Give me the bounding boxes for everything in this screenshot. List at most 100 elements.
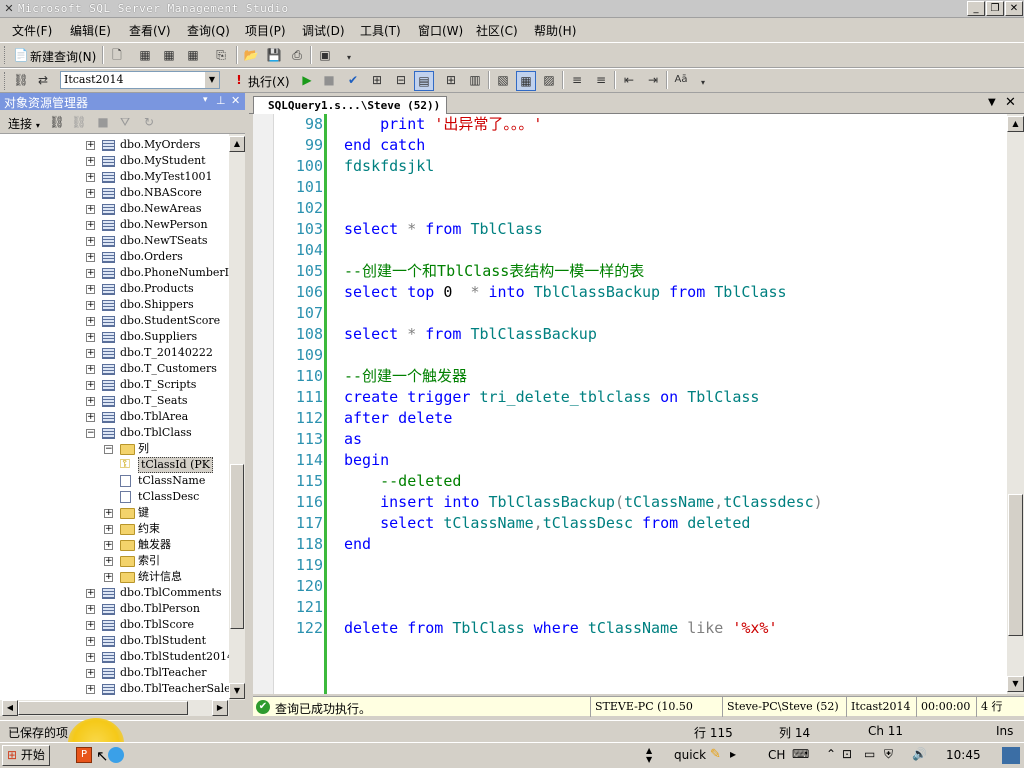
- tree-table-node[interactable]: + dbo.TblScore: [0, 617, 229, 633]
- tree-table-node[interactable]: + dbo.NewAreas: [0, 201, 229, 217]
- tree-folder-node[interactable]: − 列: [0, 441, 229, 457]
- keyboard-icon[interactable]: ⌨: [792, 747, 809, 761]
- database-select[interactable]: Itcast2014 ▼: [60, 71, 220, 89]
- tree-table-node[interactable]: + dbo.TblComments: [0, 585, 229, 601]
- device-icon[interactable]: ▭: [864, 747, 875, 761]
- scroll-right-icon[interactable]: ▶: [212, 700, 228, 716]
- tab-list-dropdown-icon[interactable]: ▼: [988, 97, 996, 108]
- expand-icon[interactable]: +: [86, 685, 95, 694]
- menu-edit[interactable]: 编辑(E): [70, 22, 111, 39]
- expand-icon[interactable]: +: [86, 365, 95, 374]
- tree-folder-node[interactable]: + 触发器: [0, 537, 229, 553]
- expand-icon[interactable]: +: [86, 253, 95, 262]
- tree-table-node[interactable]: + dbo.T_20140222: [0, 345, 229, 361]
- stop-icon[interactable]: ■: [94, 113, 112, 131]
- expand-icon[interactable]: +: [86, 189, 95, 198]
- tree-table-node[interactable]: + dbo.NewTSeats: [0, 233, 229, 249]
- code-line[interactable]: create trigger tri_delete_tblclass on Tb…: [344, 387, 759, 408]
- stop-icon[interactable]: ■: [320, 71, 338, 89]
- minimize-button[interactable]: _: [967, 1, 985, 16]
- code-line[interactable]: select * from TblClassBackup: [344, 324, 597, 345]
- tree-table-node[interactable]: + dbo.TblPerson: [0, 601, 229, 617]
- expand-icon[interactable]: +: [86, 653, 95, 662]
- ime-indicator[interactable]: CH: [768, 748, 785, 762]
- tree-table-node[interactable]: + dbo.T_Seats: [0, 393, 229, 409]
- tree-table-node[interactable]: + dbo.Suppliers: [0, 329, 229, 345]
- tree-table-node[interactable]: + dbo.Products: [0, 281, 229, 297]
- increase-indent-icon[interactable]: ⇥: [644, 71, 662, 89]
- pencil-icon[interactable]: ✎: [710, 747, 721, 762]
- code-line[interactable]: end catch: [344, 135, 425, 156]
- expand-icon[interactable]: +: [86, 381, 95, 390]
- tree-table-node[interactable]: + dbo.Orders: [0, 249, 229, 265]
- menu-view[interactable]: 查看(V): [129, 22, 171, 39]
- code-line[interactable]: begin: [344, 450, 389, 471]
- expand-icon[interactable]: +: [104, 573, 113, 582]
- expand-icon[interactable]: +: [104, 557, 113, 566]
- expand-icon[interactable]: +: [86, 669, 95, 678]
- menu-tools[interactable]: 工具(T): [360, 22, 401, 39]
- tab-close-icon[interactable]: ✕: [1005, 95, 1016, 110]
- system-clock[interactable]: 10:45: [946, 748, 981, 762]
- execute-button[interactable]: 执行(X): [248, 73, 290, 90]
- tree-column-node[interactable]: tClassName: [0, 473, 229, 489]
- code-line[interactable]: select tClassName,tClassDesc from delete…: [344, 513, 750, 534]
- analysis-query-icon[interactable]: ▦: [160, 46, 178, 64]
- code-line[interactable]: --创建一个和TblClass表结构一模一样的表: [344, 261, 644, 282]
- display-plan-icon[interactable]: ⊞: [368, 71, 386, 89]
- tree-table-node[interactable]: + dbo.StudentScore: [0, 313, 229, 329]
- filter-icon[interactable]: ⛛: [116, 113, 134, 131]
- close-button[interactable]: ✕: [1005, 1, 1023, 16]
- print-icon[interactable]: ⎙: [288, 46, 306, 64]
- tree-table-node[interactable]: + dbo.TblStudent2014: [0, 649, 229, 665]
- expand-icon[interactable]: +: [86, 637, 95, 646]
- menu-file[interactable]: 文件(F): [12, 22, 52, 39]
- tree-table-node[interactable]: + dbo.NBAScore: [0, 185, 229, 201]
- scroll-thumb[interactable]: [1008, 494, 1023, 636]
- code-line[interactable]: end: [344, 534, 371, 555]
- expand-icon[interactable]: +: [86, 237, 95, 246]
- new-file-icon[interactable]: 🗋: [108, 46, 126, 64]
- panel-close-icon[interactable]: ✕: [231, 94, 240, 107]
- menu-query[interactable]: 查询(Q): [187, 22, 230, 39]
- refresh-icon[interactable]: ↻: [140, 113, 158, 131]
- code-line[interactable]: select top 0 * into TblClassBackup from …: [344, 282, 787, 303]
- toolbar-overflow-icon[interactable]: ▾: [340, 49, 358, 67]
- arrow-icon[interactable]: ▸: [730, 747, 736, 761]
- expand-icon[interactable]: +: [86, 317, 95, 326]
- spin-arrows-icon[interactable]: ▲ ▼: [646, 746, 652, 764]
- code-line[interactable]: after delete: [344, 408, 452, 429]
- object-explorer-vertical-scrollbar[interactable]: ▲ ▼: [229, 134, 245, 700]
- scroll-left-icon[interactable]: ◀: [2, 700, 18, 716]
- uncomment-icon[interactable]: ≡: [592, 71, 610, 89]
- menu-debug[interactable]: 调试(D): [302, 22, 345, 39]
- query-designer-icon[interactable]: ⊟: [392, 71, 410, 89]
- scroll-thumb[interactable]: [18, 701, 188, 715]
- tree-folder-node[interactable]: + 索引: [0, 553, 229, 569]
- menu-help[interactable]: 帮助(H): [534, 22, 576, 39]
- code-line[interactable]: --deleted: [344, 471, 461, 492]
- tree-table-node[interactable]: + dbo.T_Scripts: [0, 377, 229, 393]
- comment-out-icon[interactable]: ≡: [568, 71, 586, 89]
- expand-icon[interactable]: +: [86, 285, 95, 294]
- code-line[interactable]: insert into TblClassBackup(tClassName,tC…: [344, 492, 823, 513]
- tree-folder-node[interactable]: + 统计信息: [0, 569, 229, 585]
- results-grid-icon[interactable]: ▤: [414, 71, 434, 91]
- editor-vertical-scrollbar[interactable]: ▲ ▼: [1007, 114, 1024, 694]
- tree-table-node[interactable]: + dbo.TblTeacherSale: [0, 681, 229, 697]
- menu-project[interactable]: 项目(P): [245, 22, 286, 39]
- tab-sqlquery1[interactable]: SQLQuery1.s...\Steve (52)): [253, 96, 448, 115]
- tree-table-node[interactable]: + dbo.TblTeacher: [0, 665, 229, 681]
- tree-folder-node[interactable]: + 键: [0, 505, 229, 521]
- db-engine-query-icon[interactable]: ▦: [136, 46, 154, 64]
- tray-expand-icon[interactable]: ⌃: [826, 747, 836, 761]
- sound-icon[interactable]: 🔊: [912, 747, 927, 761]
- expand-icon[interactable]: +: [86, 397, 95, 406]
- tree-table-node[interactable]: + dbo.T_Customers: [0, 361, 229, 377]
- maximize-button[interactable]: ❐: [986, 1, 1004, 16]
- debug-play-icon[interactable]: ▶: [298, 71, 316, 89]
- mdx-query-icon[interactable]: ▦: [184, 46, 202, 64]
- copy-icon[interactable]: ⎘: [212, 46, 230, 64]
- collapse-icon[interactable]: −: [86, 429, 95, 438]
- expand-icon[interactable]: +: [86, 349, 95, 358]
